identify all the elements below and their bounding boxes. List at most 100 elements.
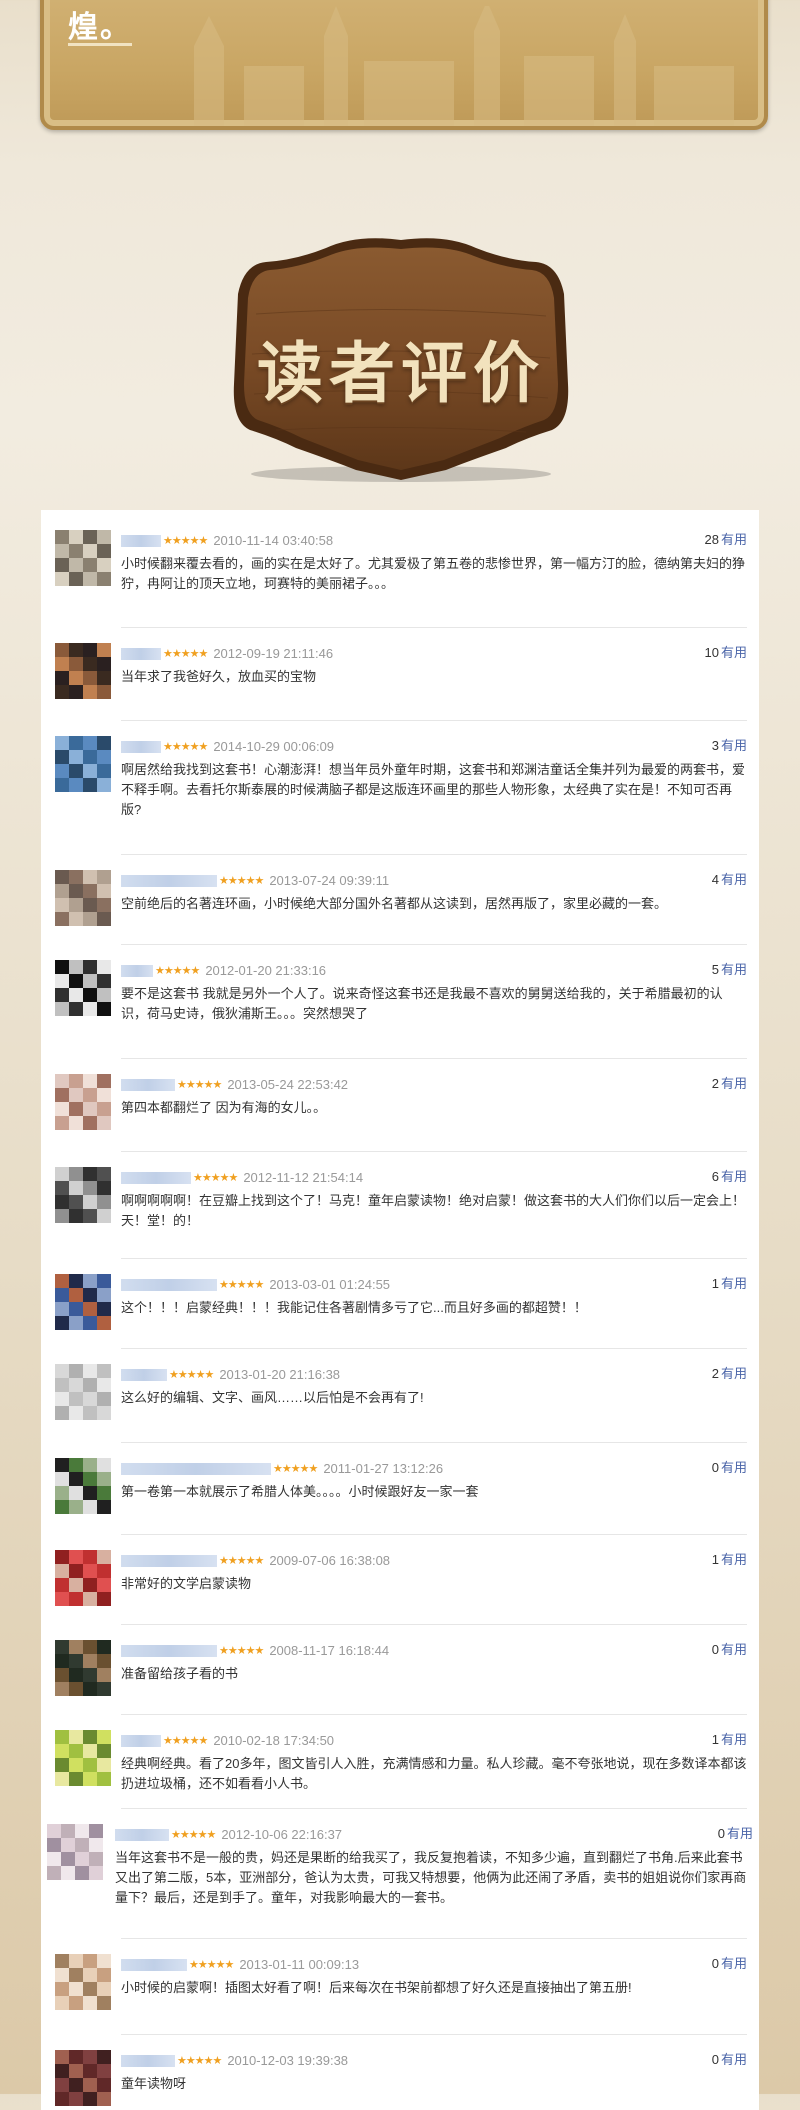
review-meta: ★★★★★ 2012-09-19 21:11:46 [121,643,333,663]
helpful-count: 0 有用 [712,2050,747,2070]
avatar-pixel [83,1682,97,1696]
avatar-pixel [55,1288,69,1302]
helpful-link[interactable]: 有用 [721,738,747,753]
avatar-pixel [97,1668,111,1682]
reviewer-name-blurred[interactable] [121,740,161,753]
reviewer-name-blurred[interactable] [121,964,153,977]
helpful-link[interactable]: 有用 [721,1076,747,1091]
avatar[interactable] [55,736,111,792]
avatar-pixel [61,1852,75,1866]
avatar[interactable] [55,1074,111,1130]
avatar-pixel [89,1852,103,1866]
avatar-pixel [83,1550,97,1564]
helpful-link[interactable]: 有用 [727,1826,753,1841]
avatar[interactable] [55,1550,111,1606]
avatar[interactable] [55,2050,111,2106]
helpful-link[interactable]: 有用 [721,1460,747,1475]
avatar[interactable] [55,1364,111,1420]
helpful-link[interactable]: 有用 [721,1552,747,1567]
avatar-pixel [97,1982,111,1996]
avatar-pixel [97,1102,111,1116]
avatar-pixel [55,1654,69,1668]
helpful-link[interactable]: 有用 [721,532,747,547]
helpful-link[interactable]: 有用 [721,962,747,977]
avatar[interactable] [55,1274,111,1330]
avatar-pixel [55,1209,69,1223]
reviewer-name-blurred[interactable] [121,534,161,547]
review-date: 2010-11-14 03:40:58 [213,532,334,548]
avatar-pixel [69,1472,83,1486]
avatar-pixel [55,2064,69,2078]
helpful-number: 0 [717,1826,725,1841]
helpful-number: 1 [711,1276,719,1291]
avatar-pixel [97,974,111,988]
avatar-pixel [83,685,97,699]
avatar-pixel [97,1578,111,1592]
helpful-link[interactable]: 有用 [721,1169,747,1184]
avatar-pixel [55,544,69,558]
avatar-pixel [97,884,111,898]
avatar[interactable] [55,1458,111,1514]
reviewer-name-blurred[interactable] [121,1958,187,1971]
star-icon: ★★★★★ [219,1644,264,1657]
avatar-pixel [83,1996,97,2010]
avatar-pixel [55,764,69,778]
reviewer-name-blurred[interactable] [121,1278,217,1291]
reviewer-name-blurred[interactable] [121,2054,175,2067]
avatar-pixel [69,558,83,572]
avatar-pixel [97,736,111,750]
avatar-pixel [97,1954,111,1968]
reviewer-name-blurred[interactable] [121,1462,271,1475]
avatar-pixel [83,1392,97,1406]
avatar[interactable] [55,530,111,586]
review-meta: ★★★★★ 2012-01-20 21:33:16 [121,960,326,980]
avatar[interactable] [47,1824,103,1880]
reviewer-name-blurred[interactable] [121,1644,217,1657]
review-divider [121,1442,747,1443]
reviewer-name-blurred[interactable] [121,1171,191,1184]
reviewer-name-blurred[interactable] [121,1078,175,1091]
helpful-count: 28 有用 [705,530,747,550]
helpful-link[interactable]: 有用 [721,1956,747,1971]
review-text: 当年这套书不是一般的贵，妈还是果断的给我买了，我反复抱着读，不知多少遍，直到翻烂… [115,1850,747,1905]
avatar[interactable] [55,960,111,1016]
reviewer-name-blurred[interactable] [121,1554,217,1567]
avatar-pixel [69,1458,83,1472]
avatar[interactable] [55,1640,111,1696]
helpful-link[interactable]: 有用 [721,1642,747,1657]
helpful-link[interactable]: 有用 [721,1276,747,1291]
reviewer-name-blurred[interactable] [121,1368,167,1381]
reviewer-name-blurred[interactable] [121,647,161,660]
avatar-pixel [55,1564,69,1578]
review-meta: ★★★★★ 2013-01-20 21:16:38 [121,1364,340,1384]
avatar-pixel [55,1744,69,1758]
helpful-link[interactable]: 有用 [721,1732,747,1747]
avatar-pixel [69,1088,83,1102]
review-text: 这个！！！启蒙经典！！！我能记住各著剧情多亏了它...而且好多画的都超赞！！ [121,1300,587,1315]
reviewer-name-blurred[interactable] [121,874,217,887]
avatar-pixel [97,1002,111,1016]
helpful-link[interactable]: 有用 [721,645,747,660]
avatar-pixel [97,1378,111,1392]
reviewer-name-blurred[interactable] [121,1734,161,1747]
avatar[interactable] [55,1954,111,2010]
avatar-pixel [55,778,69,792]
avatar[interactable] [55,870,111,926]
avatar-pixel [69,750,83,764]
avatar-pixel [83,1002,97,1016]
avatar-pixel [69,960,83,974]
reviewer-name-blurred[interactable] [115,1828,169,1841]
review-text: 第一卷第一本就展示了希腊人体美。。。。小时候跟好友一家一套 [121,1484,479,1499]
avatar-pixel [55,685,69,699]
avatar[interactable] [55,1730,111,1786]
avatar-pixel [83,1302,97,1316]
helpful-link[interactable]: 有用 [721,872,747,887]
avatar[interactable] [55,643,111,699]
avatar-pixel [69,1730,83,1744]
avatar[interactable] [55,1167,111,1223]
avatar-pixel [75,1852,89,1866]
avatar-pixel [69,2092,83,2106]
helpful-link[interactable]: 有用 [721,2052,747,2067]
helpful-count: 4 有用 [712,870,747,890]
helpful-link[interactable]: 有用 [721,1366,747,1381]
